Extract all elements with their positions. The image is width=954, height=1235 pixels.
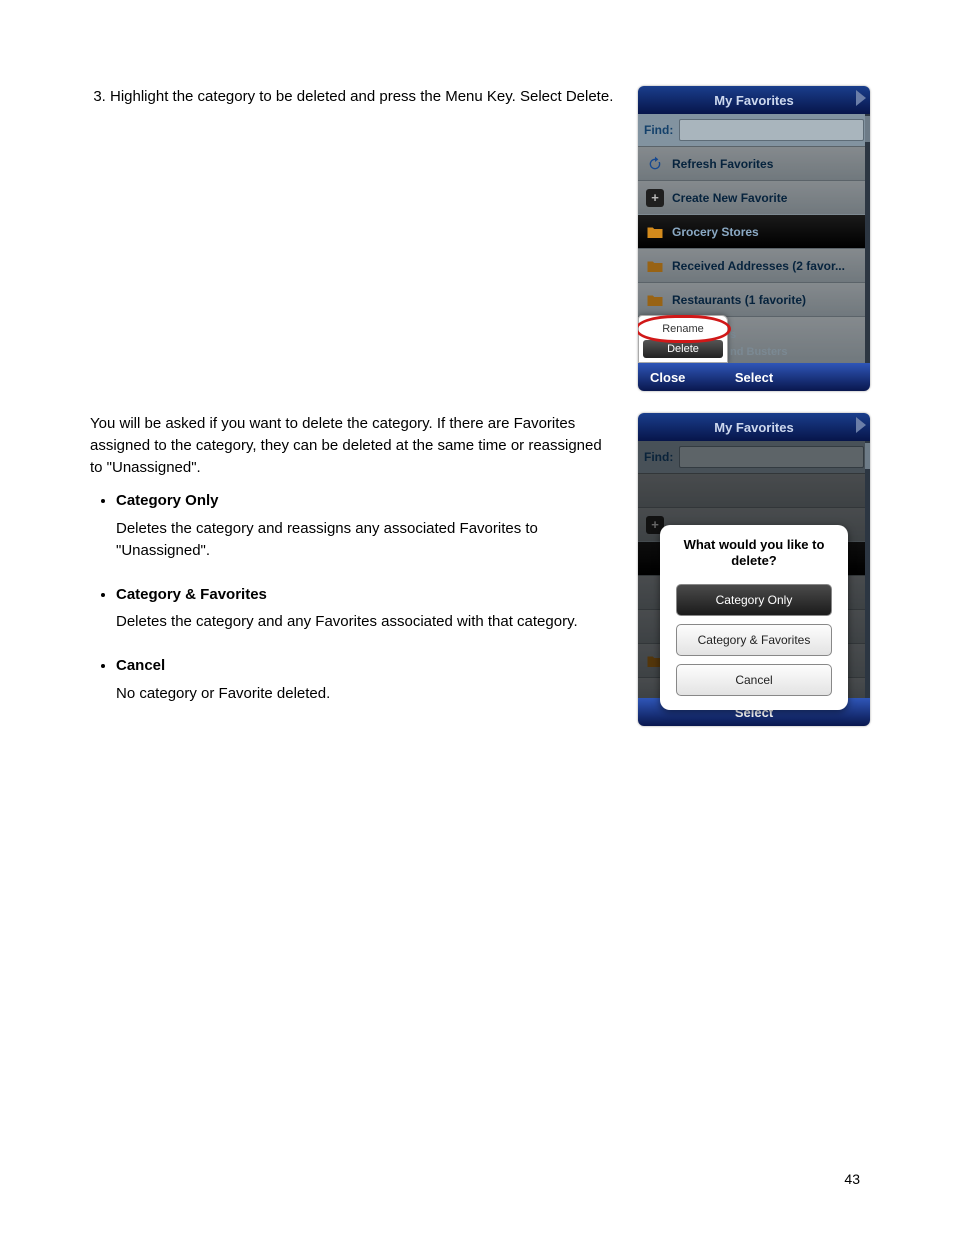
page-number: 43 [844,1171,860,1187]
find-label-1: Find: [644,123,673,137]
find-label-2: Find: [644,450,673,464]
screenshot-context-menu: My Favorites Find: Refresh Favorites + C… [638,86,870,391]
folder-icon [646,291,664,309]
btn-category-favorites[interactable]: Category & Favorites [676,624,832,656]
folder-icon [646,223,664,241]
refresh-icon [646,155,664,173]
context-menu: Rename Delete [638,315,728,363]
opt1-title: Category Only [116,490,614,512]
next-arrow-icon[interactable] [856,417,866,433]
find-row-1: Find: [638,114,870,146]
dialog-question: What would you like to delete? [670,537,838,570]
item-create-label: Create New Favorite [672,191,787,205]
scrollbar-track [865,114,870,363]
opt3-title: Cancel [116,655,614,677]
hidden-row-text2: nd Busters [730,346,787,358]
footer-select[interactable]: Select [735,370,773,385]
item-restaurants[interactable]: Restaurants (1 favorite) [638,282,870,316]
list-item [638,473,870,507]
plus-icon: + [646,189,664,207]
titlebar-1: My Favorites [638,86,870,114]
item-refresh-label: Refresh Favorites [672,157,773,171]
btn-category-only[interactable]: Category Only [676,584,832,616]
item-grocery[interactable]: Grocery Stores [638,214,870,248]
titlebar-2: My Favorites [638,413,870,441]
find-input-2[interactable] [679,446,864,468]
delete-dialog: What would you like to delete? Category … [660,525,848,710]
menu-delete[interactable]: Delete [643,340,723,358]
item-refresh[interactable]: Refresh Favorites [638,146,870,180]
item-received-label: Received Addresses (2 favor... [672,259,845,273]
opt3-desc: No category or Favorite deleted. [116,685,330,702]
item-grocery-label: Grocery Stores [672,225,759,239]
footer-1: Close Select [638,363,870,391]
menu-rename[interactable]: Rename [639,319,727,339]
refresh-icon [646,482,664,500]
step3-text: Highlight the category to be deleted and… [110,88,613,105]
screenshot-delete-dialog: My Favorites Find: + [638,413,870,726]
opt2-desc: Deletes the category and any Favorites a… [116,613,578,630]
titlebar-2-label: My Favorites [714,420,793,435]
find-input-1[interactable] [679,119,864,141]
opt1-desc: Deletes the category and reassigns any a… [116,520,538,559]
footer-close[interactable]: Close [650,370,685,385]
folder-icon [646,257,664,275]
item-create[interactable]: + Create New Favorite [638,180,870,214]
hidden-row-text1: s [730,329,736,341]
find-row-2: Find: [638,441,870,473]
dialog-intro: You will be asked if you want to delete … [90,415,602,476]
scrollbar-thumb[interactable] [865,116,870,142]
next-arrow-icon[interactable] [856,90,866,106]
item-received[interactable]: Received Addresses (2 favor... [638,248,870,282]
scrollbar-thumb[interactable] [865,443,870,469]
titlebar-1-label: My Favorites [714,93,793,108]
item-restaurants-label: Restaurants (1 favorite) [672,293,806,307]
scrollbar-track [865,441,870,698]
btn-cancel[interactable]: Cancel [676,664,832,696]
opt2-title: Category & Favorites [116,584,614,606]
